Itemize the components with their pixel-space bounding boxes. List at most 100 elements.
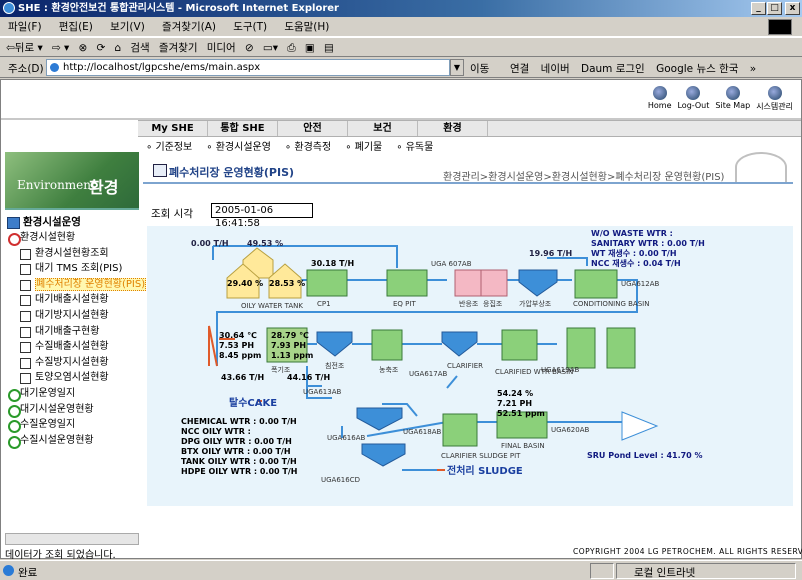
links-bar: 연결 네이버 Daum 로그인 Google 뉴스 한국 » xyxy=(510,61,764,76)
sidebar-item-label: 환경시설현황 xyxy=(20,232,75,243)
ie-icon xyxy=(3,2,15,14)
label-uga619: UGA619AB xyxy=(541,366,579,374)
label-uga617: UGA617AB xyxy=(409,370,447,378)
sidebar-item-6[interactable]: 대기배출구현황 xyxy=(5,324,139,340)
query-time-field[interactable]: 2005-01-06 16:41:58 xyxy=(211,203,313,218)
maximize-button[interactable]: □ xyxy=(767,2,782,15)
search-button[interactable]: 검색 xyxy=(130,42,149,54)
edit-icon[interactable]: ▣ xyxy=(305,42,315,54)
sidebar-item-10[interactable]: 대기운영일지 xyxy=(5,386,139,402)
window-title: SHE : 환경안전보건 통합관리시스템 - Microsoft Interne… xyxy=(18,3,339,14)
sidebar-item-12[interactable]: 수질운영일지 xyxy=(5,417,139,433)
go-button[interactable]: 이동 xyxy=(470,61,489,76)
label-aeration: 폭기조 xyxy=(271,365,291,374)
address-dropdown-icon[interactable]: ▼ xyxy=(450,59,464,76)
sidebar-item-13[interactable]: 수질시설운영현황 xyxy=(5,433,139,449)
nav-health[interactable]: 보건 xyxy=(348,121,418,136)
back-button[interactable]: ⇦뒤로 ▾ xyxy=(6,42,43,54)
sidebar-item-1[interactable]: 환경시설현황조회 xyxy=(5,246,139,262)
sru-level: SRU Pond Level : 41.70 % xyxy=(587,451,703,460)
sidebar-item-8[interactable]: 수질방지시설현황 xyxy=(5,355,139,371)
sidebar-item-0[interactable]: 환경시설현황 xyxy=(5,230,139,246)
sidebar-item-label: 폐수처리장 운영현황(PIS) xyxy=(35,278,146,291)
home-icon xyxy=(653,86,667,100)
link-naver[interactable]: 네이버 xyxy=(541,63,570,75)
final-ppm: 52.51 ppm xyxy=(497,409,545,418)
sidebar-item-7[interactable]: 수질배출시설현황 xyxy=(5,339,139,355)
nav-safety[interactable]: 안전 xyxy=(278,121,348,136)
label-final: FINAL BASIN xyxy=(501,442,545,450)
page-viewport: Home Log-Out Site Map 시스템관리 My SHE 통합 SH… xyxy=(0,79,802,559)
menu-help[interactable]: 도움말(H) xyxy=(284,21,329,33)
sidebar-scrollbar[interactable] xyxy=(5,533,139,545)
media-button[interactable]: 미디어 xyxy=(207,42,236,54)
label-uga612: UGA612AB xyxy=(621,280,659,288)
tank-level-1: 49.53 % xyxy=(247,239,283,248)
close-button[interactable]: x xyxy=(785,2,800,15)
menu-bar: 파일(F) 편집(E) 보기(V) 즐겨찾기(A) 도구(T) 도움말(H) xyxy=(0,17,802,37)
nav-environment[interactable]: 환경 xyxy=(418,121,488,136)
sitemap-link[interactable]: Site Map xyxy=(715,86,750,112)
logout-link[interactable]: Log-Out xyxy=(677,86,709,112)
sidebar-item-label: 대기배출구현황 xyxy=(35,326,99,337)
window-titlebar: SHE : 환경안전보건 통합관리시스템 - Microsoft Interne… xyxy=(0,0,802,17)
aer-left-ph: 7.53 PH xyxy=(219,341,254,350)
breadcrumb: 환경관리>환경시설운영>환경시설현황>폐수처리장 운영현황(PIS) xyxy=(443,168,724,183)
mail-icon[interactable]: ▭▾ xyxy=(263,42,278,54)
label-uga618: UGA618AB xyxy=(403,428,441,436)
menu-favorites[interactable]: 즐겨찾기(A) xyxy=(162,21,216,33)
label-coag: 응집조 xyxy=(483,299,503,308)
link-daum[interactable]: Daum 로그인 xyxy=(581,63,645,75)
aer-left-temp: 30.64 ℃ xyxy=(219,331,257,340)
windows-logo-icon xyxy=(768,19,792,35)
label-clar-sludge: CLARIFIER SLUDGE PIT xyxy=(441,452,521,460)
label-sed: 침전조 xyxy=(325,361,345,370)
history-icon[interactable]: ⊘ xyxy=(245,42,254,54)
sidebar-item-label: 대기배출시설현황 xyxy=(35,294,109,305)
print-icon[interactable]: ⎙ xyxy=(287,42,295,54)
sidebar-item-4[interactable]: 대기배출시설현황 xyxy=(5,292,139,308)
sidebar-item-11[interactable]: 대기시설운영현황 xyxy=(5,402,139,418)
forward-button[interactable]: ⇨ ▾ xyxy=(52,42,69,54)
minimize-button[interactable]: _ xyxy=(751,2,766,15)
logout-icon xyxy=(686,86,700,100)
refresh-icon[interactable]: ⟳ xyxy=(97,42,106,54)
chem-1: CHEMICAL WTR : 0.00 T/H xyxy=(181,417,297,426)
sidebar-item-label: 수질시설운영현황 xyxy=(20,435,94,446)
discuss-icon[interactable]: ▤ xyxy=(324,42,334,54)
toolbar: ⇦뒤로 ▾ ⇨ ▾ ⊗ ⟳ ⌂ 검색 즐겨찾기 미디어 ⊘ ▭▾ ⎙ ▣ ▤ xyxy=(0,37,802,57)
nav-my-she[interactable]: My SHE xyxy=(138,121,208,136)
page-status-icon xyxy=(3,565,14,576)
sidebar-heading: 환경시설운영 xyxy=(5,214,139,230)
label-oily-tank: OILY WATER TANK xyxy=(241,302,303,310)
sidebar-item-5[interactable]: 대기방지시설현황 xyxy=(5,308,139,324)
link-google[interactable]: Google 뉴스 한국 xyxy=(656,63,738,75)
label-uga613: UGA613AB xyxy=(303,388,341,396)
nav-integrated-she[interactable]: 통합 SHE xyxy=(208,121,278,136)
menu-tools[interactable]: 도구(T) xyxy=(233,21,267,33)
sidebar: Environment 환경 환경시설운영 환경시설현황 환경시설현황조회 대기 T… xyxy=(5,152,139,547)
zone-text: 로컬 인트라넷 xyxy=(634,565,695,580)
sidebar-item-9[interactable]: 토양오염시설현황 xyxy=(5,370,139,386)
favorites-button[interactable]: 즐겨찾기 xyxy=(159,42,198,54)
status-panel xyxy=(590,563,614,579)
home-icon[interactable]: ⌂ xyxy=(115,42,122,54)
menu-view[interactable]: 보기(V) xyxy=(110,21,145,33)
menu-edit[interactable]: 편집(E) xyxy=(59,21,93,33)
sidebar-item-label: 수질방지시설현황 xyxy=(35,357,109,368)
sidebar-item-label: 대기 TMS 조회(PIS) xyxy=(35,263,122,274)
aer-right-ph: 7.93 PH xyxy=(271,341,306,350)
menu-file[interactable]: 파일(F) xyxy=(8,21,42,33)
sidebar-item-2[interactable]: 대기 TMS 조회(PIS) xyxy=(5,261,139,277)
final-ph: 7.21 PH xyxy=(497,399,532,408)
home-link[interactable]: Home xyxy=(648,86,672,112)
stop-icon[interactable]: ⊗ xyxy=(79,42,88,54)
links-more-icon[interactable]: » xyxy=(750,63,756,75)
admin-link[interactable]: 시스템관리 xyxy=(756,86,793,112)
address-input[interactable]: http://localhost/lgpcshe/ems/main.aspx xyxy=(46,59,450,76)
address-label: 주소(D) xyxy=(8,61,44,76)
sidebar-item-3[interactable]: 폐수처리장 운영현황(PIS) xyxy=(5,277,139,293)
status-text: 완료 xyxy=(18,565,37,580)
sidebar-item-label: 대기방지시설현황 xyxy=(35,310,109,321)
tank-level-3: 28.53 % xyxy=(269,279,305,288)
